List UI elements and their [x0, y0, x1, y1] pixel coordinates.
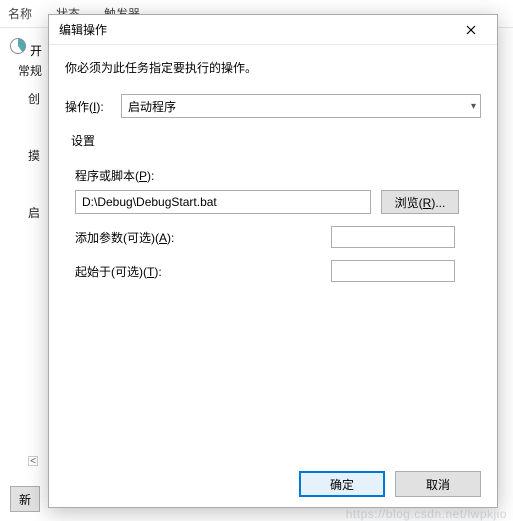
settings-legend: 设置 — [71, 132, 481, 149]
startin-label: 起始于(可选)(T): — [75, 263, 331, 280]
action-combobox-value: 启动程序 — [128, 98, 176, 115]
close-icon — [466, 25, 476, 35]
arguments-input[interactable] — [331, 226, 455, 248]
action-combobox[interactable]: 启动程序 ▾ — [121, 94, 481, 118]
dialog-titlebar: 编辑操作 — [49, 15, 497, 45]
chevron-down-icon: ▾ — [471, 101, 476, 112]
browse-button[interactable]: 浏览(R)... — [381, 190, 459, 214]
cancel-button[interactable]: 取消 — [395, 471, 481, 497]
parent-tab-general[interactable]: 常规 — [18, 62, 42, 79]
action-row: 操作(I): 启动程序 ▾ — [65, 94, 481, 118]
parent-new-button[interactable]: 新 — [10, 486, 40, 512]
dialog-button-bar: 确定 取消 — [65, 461, 481, 497]
script-label: 程序或脚本(P): — [75, 167, 481, 184]
startin-input[interactable] — [331, 260, 455, 282]
parent-left-item: 摸 — [28, 147, 40, 164]
col-name: 名称 — [8, 5, 32, 22]
edit-action-dialog: 编辑操作 你必须为此任务指定要执行的操作。 操作(I): 启动程序 ▾ 设置 程… — [48, 14, 498, 508]
parent-app-title: 开 — [10, 38, 42, 62]
clock-icon — [10, 38, 26, 54]
close-button[interactable] — [451, 16, 491, 44]
scroll-left-button[interactable]: < — [28, 456, 38, 466]
arguments-label: 添加参数(可选)(A): — [75, 229, 331, 246]
instruction-text: 你必须为此任务指定要执行的操作。 — [65, 59, 481, 76]
dialog-title: 编辑操作 — [59, 21, 451, 38]
action-label: 操作(I): — [65, 98, 121, 115]
ok-button[interactable]: 确定 — [299, 471, 385, 497]
parent-left-item: 创 — [28, 90, 40, 107]
settings-fieldset: 设置 程序或脚本(P): 浏览(R)... 添加参数(可选)(A): 起始于(可… — [65, 132, 481, 294]
parent-left-labels: 创 摸 启 — [28, 90, 40, 221]
dialog-content: 你必须为此任务指定要执行的操作。 操作(I): 启动程序 ▾ 设置 程序或脚本(… — [49, 45, 497, 507]
script-path-input[interactable] — [75, 190, 371, 214]
parent-left-item: 启 — [28, 204, 40, 221]
